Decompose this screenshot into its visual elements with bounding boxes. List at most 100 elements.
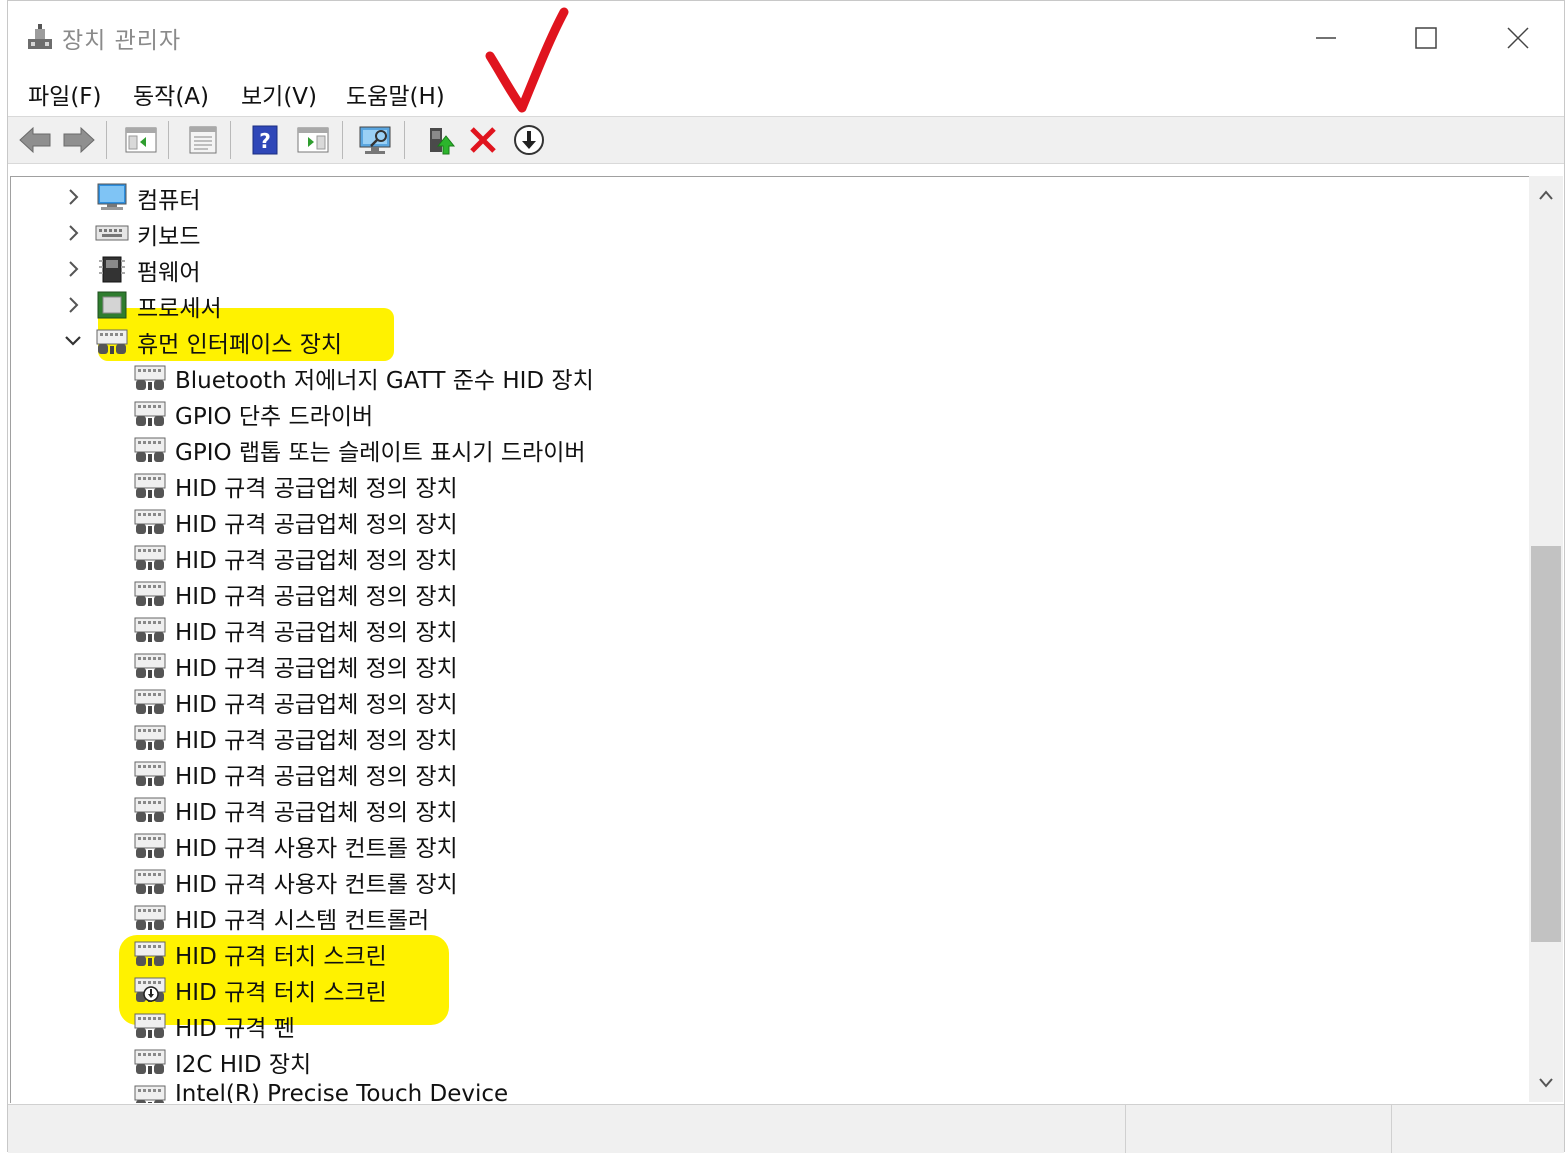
device-item[interactable]: HID 규격 공급업체 정의 장치 [11, 575, 1533, 611]
close-button[interactable] [1488, 15, 1548, 61]
hid-device-icon [134, 437, 166, 462]
device-icon [133, 434, 167, 464]
tree-category[interactable]: 휴먼 인터페이스 장치 [11, 323, 1533, 359]
tree-category[interactable]: 펌웨어 [11, 251, 1533, 287]
status-panel [1125, 1105, 1392, 1153]
device-icon [133, 938, 167, 968]
device-icon [133, 974, 167, 1004]
expander[interactable] [63, 259, 83, 279]
computer-icon [97, 183, 127, 210]
tree-category[interactable]: 프로세서 [11, 287, 1533, 323]
title-bar: 장치 관리자 [8, 1, 1564, 73]
device-item[interactable]: GPIO 랩톱 또는 슬레이트 표시기 드라이버 [11, 431, 1533, 467]
device-label: HID 규격 공급업체 정의 장치 [175, 548, 458, 574]
device-item[interactable]: HID 규격 공급업체 정의 장치 [11, 755, 1533, 791]
device-icon [133, 614, 167, 644]
maximize-button[interactable] [1396, 15, 1456, 61]
processor-icon [97, 291, 127, 319]
hid-icon [96, 329, 128, 354]
help-icon: ? [252, 125, 278, 155]
device-icon [133, 866, 167, 896]
device-item[interactable]: HID 규격 공급업체 정의 장치 [11, 467, 1533, 503]
minimize-icon [1316, 37, 1336, 39]
device-item[interactable]: HID 규격 펜 [11, 1007, 1533, 1043]
properties-icon [189, 126, 217, 154]
disable-device-button[interactable] [510, 123, 548, 157]
hid-device-icon [134, 653, 166, 678]
chevron-right-icon [69, 261, 79, 277]
device-icon [133, 650, 167, 680]
category-icon [95, 182, 129, 212]
device-item[interactable]: GPIO 단추 드라이버 [11, 395, 1533, 431]
device-item[interactable]: Intel(R) Precise Touch Device [11, 1079, 1533, 1103]
hid-device-icon [134, 1085, 166, 1103]
console-tree-button[interactable] [122, 123, 160, 157]
minimize-button[interactable] [1296, 15, 1356, 61]
properties-button[interactable] [184, 123, 222, 157]
help-button[interactable]: ? [246, 123, 284, 157]
device-item[interactable]: HID 규격 공급업체 정의 장치 [11, 503, 1533, 539]
monitor-scan-icon [359, 126, 391, 154]
hid-device-icon [134, 761, 166, 786]
device-label: HID 규격 사용자 컨트롤 장치 [175, 836, 458, 862]
menu-help[interactable]: 도움말(H) [346, 77, 445, 111]
device-item[interactable]: HID 규격 공급업체 정의 장치 [11, 611, 1533, 647]
device-label: HID 규격 공급업체 정의 장치 [175, 620, 458, 646]
tree-category[interactable]: 컴퓨터 [11, 179, 1533, 215]
device-item[interactable]: HID 규격 터치 스크린 [11, 971, 1533, 1007]
device-icon [133, 1010, 167, 1040]
device-label: Intel(R) Precise Touch Device [175, 1081, 509, 1103]
device-item[interactable]: HID 규격 사용자 컨트롤 장치 [11, 863, 1533, 899]
expander[interactable] [63, 331, 83, 351]
scroll-down-button[interactable] [1529, 1070, 1563, 1096]
expander[interactable] [63, 295, 83, 315]
action-pane-button[interactable] [294, 123, 332, 157]
hid-device-icon [134, 545, 166, 570]
expander[interactable] [63, 223, 83, 243]
back-button[interactable] [16, 123, 54, 157]
vertical-scrollbar[interactable] [1529, 176, 1563, 1102]
maximize-icon [1415, 27, 1437, 49]
device-item[interactable]: HID 규격 공급업체 정의 장치 [11, 539, 1533, 575]
device-label: HID 규격 공급업체 정의 장치 [175, 512, 458, 538]
device-label: HID 규격 공급업체 정의 장치 [175, 692, 458, 718]
device-item[interactable]: Bluetooth 저에너지 GATT 준수 HID 장치 [11, 359, 1533, 395]
expander[interactable] [63, 187, 83, 207]
tree-category[interactable]: 키보드 [11, 215, 1533, 251]
device-item[interactable]: I2C HID 장치 [11, 1043, 1533, 1079]
update-driver-button[interactable] [420, 123, 458, 157]
chevron-down-icon [65, 336, 81, 346]
scroll-thumb[interactable] [1531, 546, 1561, 942]
device-icon [133, 578, 167, 608]
device-item[interactable]: HID 규격 시스템 컨트롤러 [11, 899, 1533, 935]
scroll-up-button[interactable] [1529, 182, 1563, 208]
device-label: HID 규격 공급업체 정의 장치 [175, 728, 458, 754]
hid-device-icon [134, 1049, 166, 1074]
keyboard-icon [95, 225, 129, 241]
hid-device-icon [134, 869, 166, 894]
scan-hardware-button[interactable] [356, 123, 394, 157]
disabled-overlay-icon [143, 986, 159, 1002]
menu-file[interactable]: 파일(F) [28, 77, 102, 111]
disable-down-icon [514, 125, 544, 155]
hid-device-icon [134, 725, 166, 750]
device-item[interactable]: HID 규격 사용자 컨트롤 장치 [11, 827, 1533, 863]
chevron-up-icon [1539, 190, 1553, 200]
device-icon [133, 542, 167, 572]
uninstall-device-button[interactable] [464, 123, 502, 157]
device-item[interactable]: HID 규격 공급업체 정의 장치 [11, 791, 1533, 827]
device-label: HID 규격 터치 스크린 [175, 980, 387, 1006]
device-manager-window: 장치 관리자 파일(F) 동작(A) 보기(V) 도움말(H) ? 컴퓨터 키보… [7, 0, 1565, 1153]
hid-device-icon [134, 689, 166, 714]
device-label: HID 규격 공급업체 정의 장치 [175, 476, 458, 502]
menu-action[interactable]: 동작(A) [133, 77, 209, 111]
forward-button[interactable] [60, 123, 98, 157]
device-label: I2C HID 장치 [175, 1052, 312, 1078]
device-item[interactable]: HID 규격 공급업체 정의 장치 [11, 683, 1533, 719]
device-item[interactable]: HID 규격 공급업체 정의 장치 [11, 647, 1533, 683]
menu-view[interactable]: 보기(V) [241, 77, 317, 111]
device-icon [133, 902, 167, 932]
device-item[interactable]: HID 규격 터치 스크린 [11, 935, 1533, 971]
device-icon [133, 830, 167, 860]
device-item[interactable]: HID 규격 공급업체 정의 장치 [11, 719, 1533, 755]
